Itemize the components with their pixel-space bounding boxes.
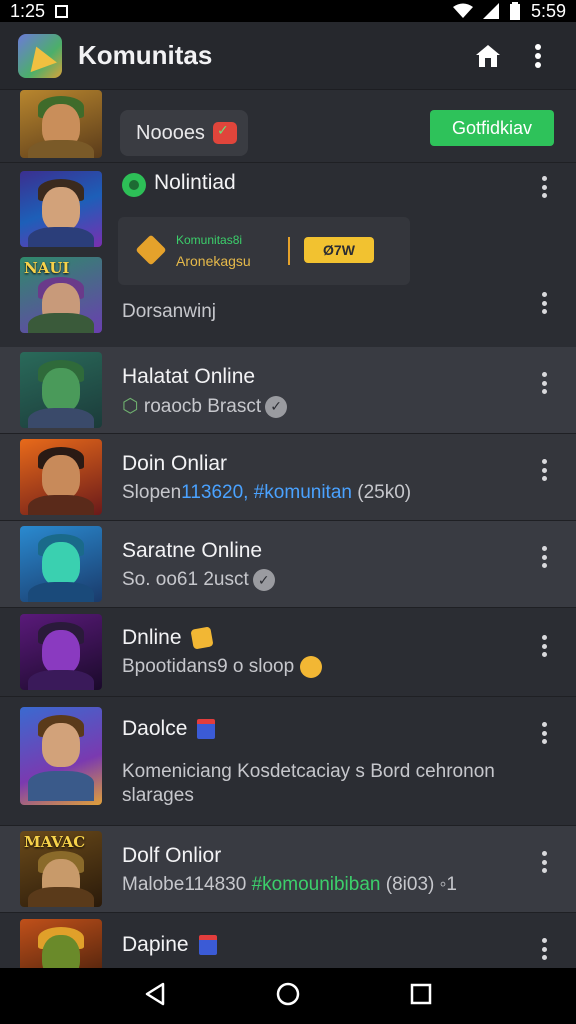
row-subtitle-text: roaocb Brasct (143, 396, 262, 417)
status-time: 1:25 (10, 0, 46, 21)
row-subtitle: Bpootidans9 o sloop (122, 656, 323, 678)
notification-card[interactable]: Komunitas8i Aronekagsu Ø7W (118, 217, 410, 285)
row-subtitle: Malobe114830 #komounibiban (8i03) ◦1 (122, 874, 457, 896)
card-line-1: Komunitas8i (176, 233, 243, 247)
row-subtitle-number: 114830 (184, 874, 252, 895)
row-title: Saratne Online (122, 539, 263, 562)
avatar (20, 919, 102, 968)
more-vert-icon (535, 43, 541, 68)
more-options-icon[interactable] (534, 632, 554, 660)
notification-title: Nolintiad (154, 171, 236, 194)
avatar (20, 526, 102, 602)
status-time-right: 5:59 (530, 0, 566, 21)
avatar (20, 352, 102, 428)
system-nav-bar (0, 968, 576, 1024)
list-item[interactable]: Doin Onliar Slopen113620, #komunitan (25… (0, 434, 576, 520)
row-title: Halatat Online (122, 365, 256, 388)
smile-emoji-icon (300, 656, 323, 678)
row-subtitle-prefix: Malobe (122, 874, 185, 895)
verified-icon: ✓ (252, 569, 275, 591)
row-subtitle-number: 113620, (181, 482, 254, 503)
row-subtitle-prefix: Slopen (122, 482, 182, 503)
pill-label: Noooes (136, 121, 205, 144)
list-item[interactable]: Halatat Online ⬡ roaocb Brasct ✓ (0, 347, 576, 433)
back-button[interactable] (144, 982, 166, 1011)
star-icon (135, 234, 167, 266)
list-item[interactable]: Saratne Online So. oo61 2usct ✓ (0, 521, 576, 607)
list-item[interactable]: MAVAC Dolf Onlior Malobe114830 #komounib… (0, 826, 576, 912)
more-options-icon[interactable] (534, 173, 554, 201)
avatar-tag: NAUI (24, 259, 70, 277)
more-options-icon[interactable] (534, 935, 554, 963)
row-title-text: Dapine (122, 933, 189, 956)
row-title: Dolf Onlior (122, 844, 222, 867)
list-item[interactable]: Dnline Bpootidans9 o sloop (0, 608, 576, 696)
avatar-tag: MAVAC (24, 833, 86, 851)
pencil-icon (189, 626, 214, 651)
verified-icon: ✓ (265, 395, 288, 418)
more-options-icon[interactable] (534, 543, 554, 571)
avatar (20, 614, 102, 690)
row-subtitle-line1: Komeniciang Kosdetcaciay s Bord cehronon (122, 761, 495, 782)
row-subtitle-text: So. oo61 2usct (122, 569, 249, 591)
avatar: MAVAC (20, 831, 102, 907)
home-circle-icon (276, 982, 300, 1005)
avatar (20, 707, 102, 805)
page-title: Komunitas (78, 40, 213, 70)
row-title: Daolce (122, 717, 216, 741)
more-options-icon[interactable] (534, 719, 554, 747)
status-bar: 1:25 5:59 (0, 0, 576, 22)
hashtag-link[interactable]: #komunitan (254, 482, 352, 503)
app-logo (18, 33, 62, 78)
row-title: Dapine (122, 933, 217, 957)
recents-button[interactable] (410, 983, 432, 1010)
screenshot-icon (55, 4, 69, 18)
row-title: Doin Onliar (122, 452, 228, 475)
list-item[interactable]: Noooes Gotfidkiav (0, 90, 576, 162)
more-options-icon[interactable] (534, 369, 554, 397)
row-title-text: Dnline (122, 626, 182, 649)
row-title: Dnline (122, 626, 214, 651)
community-pill[interactable]: Noooes (120, 110, 248, 156)
hashtag-link[interactable]: #komounibiban (252, 874, 381, 895)
more-options-icon[interactable] (534, 848, 554, 876)
recents-icon (410, 983, 431, 1004)
row-title-text: Daolce (122, 717, 188, 740)
row-subtitle: So. oo61 2usct ✓ (122, 569, 275, 591)
notification-item[interactable]: Nolintiad NAUI Komunitas8i Aronekagsu Ø7… (0, 163, 576, 347)
back-icon (146, 982, 165, 1005)
notification-subtitle: Dorsanwinj (122, 301, 216, 322)
join-button[interactable]: Gotfidkiav (430, 110, 554, 146)
app-bar: Komunitas (0, 22, 576, 90)
home-nav-button[interactable] (275, 981, 301, 1012)
card-line-2: Aronekagsu (176, 253, 251, 269)
calendar-icon (197, 719, 216, 740)
calendar-icon (198, 935, 217, 956)
avatar (20, 171, 102, 247)
row-subtitle-line2: slarages (122, 785, 194, 806)
row-subtitle: ⬡ roaocb Brasct ✓ (122, 395, 288, 418)
community-list: Noooes Gotfidkiav Nolintiad NAUI Komunit… (0, 90, 576, 968)
more-options-icon[interactable] (534, 456, 554, 484)
wifi-icon (452, 3, 473, 18)
avatar (20, 439, 102, 515)
list-item[interactable]: Dapine (0, 913, 576, 968)
home-button[interactable] (468, 36, 508, 76)
row-subtitle-suffix: (8i03) ◦1 (380, 874, 457, 895)
battery-icon (509, 2, 520, 20)
card-chip[interactable]: Ø7W (304, 237, 374, 263)
list-item[interactable]: Daolce Komeniciang Kosdetcaciay s Bord c… (0, 697, 576, 825)
home-icon (476, 44, 500, 67)
more-options-icon[interactable] (534, 289, 554, 317)
row-subtitle-suffix: (25k0) (351, 482, 412, 503)
row-subtitle-text: Bpootidans9 o sloop (122, 656, 295, 678)
overflow-menu-button[interactable] (518, 36, 558, 76)
notification-icon (122, 173, 146, 197)
avatar (20, 90, 102, 158)
avatar: NAUI (20, 257, 102, 333)
signal-icon (482, 3, 499, 19)
check-badge-icon (212, 122, 237, 144)
row-subtitle: Slopen113620, #komunitan (25k0) (122, 482, 411, 504)
